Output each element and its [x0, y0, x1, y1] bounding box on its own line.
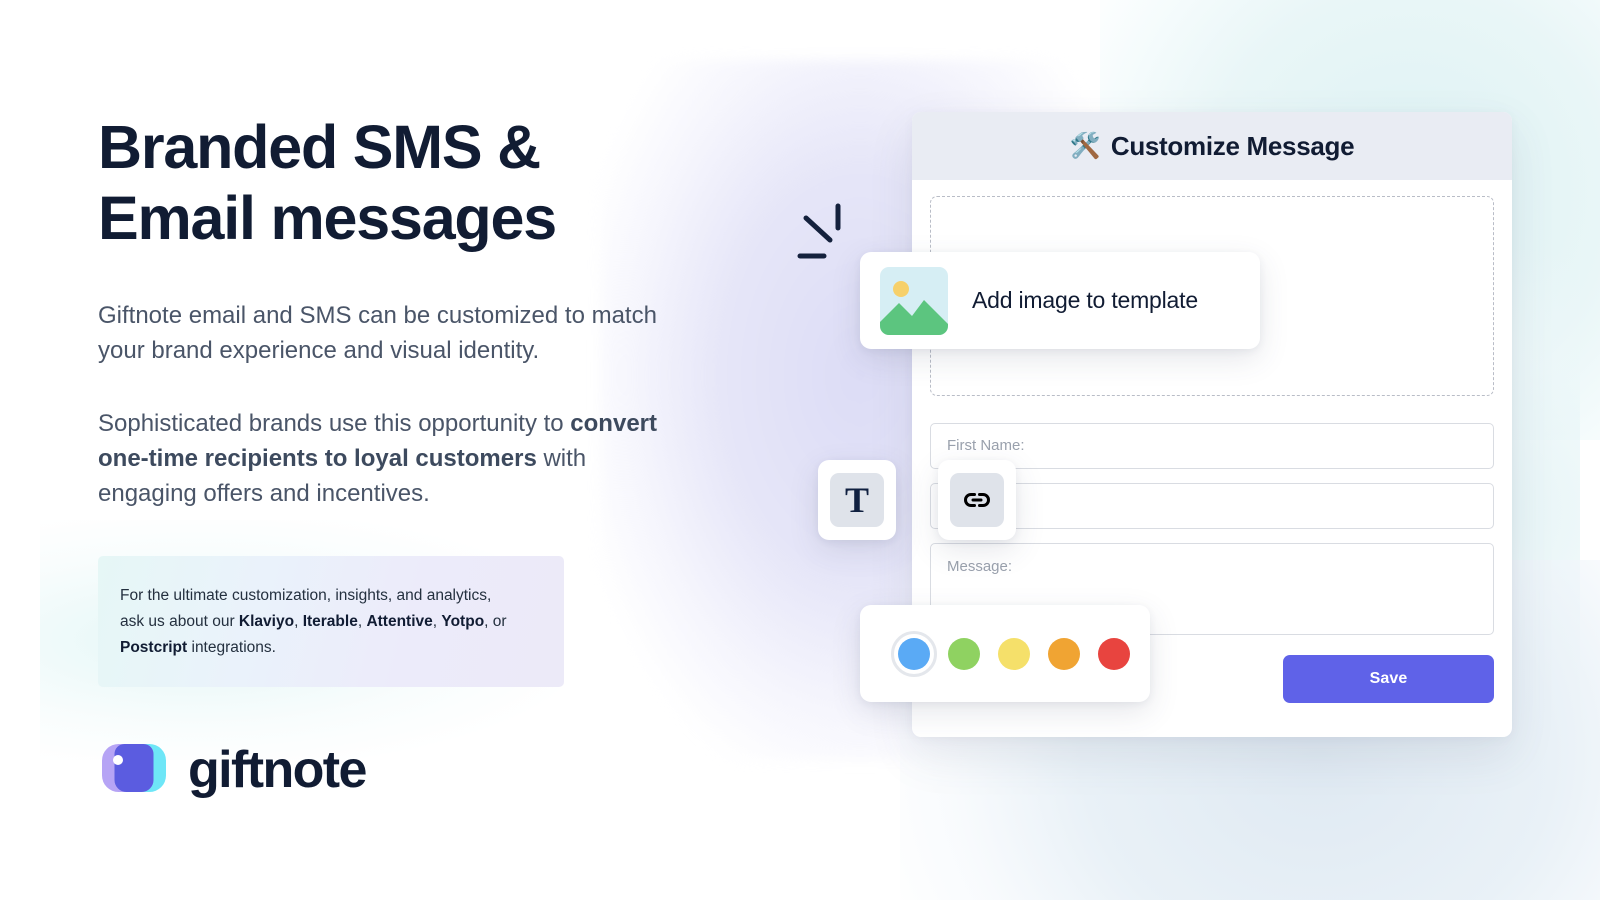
add-image-label: Add image to template: [972, 287, 1198, 313]
page-title: Branded SMS & Email messages: [98, 112, 698, 254]
brand-logo: giftnote: [98, 740, 698, 800]
brand-wordmark: giftnote: [188, 740, 367, 799]
giftnote-heart-tags-logo-icon: [98, 740, 170, 800]
hero-content: Branded SMS & Email messages Giftnote em…: [98, 112, 698, 800]
integration-klaviyo: Klaviyo: [238, 612, 295, 630]
callout-line-1: For the ultimate customization, insights…: [120, 586, 492, 604]
add-image-to-template-card[interactable]: Add image to template: [860, 252, 1260, 349]
callout-line-3-tail: integrations.: [187, 638, 276, 656]
text-tool-glyph: T: [844, 480, 869, 520]
color-swatch-orange[interactable]: [1048, 637, 1080, 670]
color-swatch-yellow[interactable]: [998, 637, 1030, 670]
body-copy-lead: Sophisticated brands use this opportunit…: [98, 409, 571, 437]
color-swatch-blue[interactable]: [891, 630, 937, 677]
card-title: Customize Message: [1110, 130, 1355, 161]
integration-postcript: Postcript: [120, 638, 188, 656]
headline-line-1: Branded SMS &: [98, 113, 541, 181]
color-swatch-green[interactable]: [948, 637, 980, 670]
callout-connector: , or: [484, 612, 507, 630]
card-header: 🛠️ Customize Message: [912, 112, 1512, 180]
text-tool-icon[interactable]: T: [830, 473, 884, 527]
link-chain-icon[interactable]: [950, 473, 1004, 527]
integrations-callout: For the ultimate customization, insights…: [98, 555, 564, 687]
hero-lede: Giftnote email and SMS can be customized…: [98, 301, 657, 364]
callout-line-2-prefix: ask us about our: [120, 612, 239, 630]
image-placeholder-icon: [880, 266, 948, 335]
integration-yotpo: Yotpo: [441, 612, 485, 630]
save-button[interactable]: Save: [1283, 655, 1494, 703]
callout-text: For the ultimate customization, insights…: [120, 586, 507, 656]
first-name-field[interactable]: First Name:: [930, 423, 1494, 469]
hammer-and-wrench-icon: 🛠️: [1069, 131, 1101, 160]
integration-iterable: Iterable: [302, 612, 358, 630]
integration-attentive: Attentive: [366, 612, 433, 630]
color-picker-card[interactable]: [860, 605, 1150, 702]
color-swatch-red[interactable]: [1098, 637, 1130, 670]
sparkle-lines-decoration-icon: [786, 198, 858, 266]
headline-line-2: Email messages: [98, 183, 557, 252]
link-tool-card[interactable]: [938, 460, 1016, 540]
hero-body-copy: Sophisticated brands use this opportunit…: [98, 406, 673, 511]
text-tool-card[interactable]: T: [818, 460, 896, 540]
